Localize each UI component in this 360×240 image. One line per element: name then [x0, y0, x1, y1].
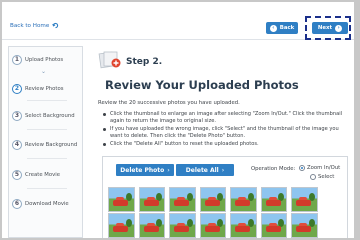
step-number: 1 [12, 55, 22, 65]
sidebar-item-create-movie[interactable]: 5 Create Movie [12, 170, 60, 180]
thumbnail-column [138, 187, 165, 238]
step-label: Create Movie [25, 172, 60, 178]
radio-selected-icon [299, 165, 305, 171]
thumbnail-column [291, 187, 318, 238]
sidebar-item-review-background[interactable]: 4 Review Background [12, 140, 77, 150]
step-label: Select Background [25, 113, 75, 119]
photo-thumbnail[interactable] [260, 187, 287, 212]
chevron-right-icon: › [221, 166, 225, 174]
back-to-home-link[interactable]: Back to Home [10, 22, 59, 29]
sidebar-item-review-photos[interactable]: 2 Review Photos [12, 84, 63, 94]
delete-all-label: Delete All [185, 166, 219, 174]
back-button-label: Back [279, 25, 295, 31]
thumbnail-grid [108, 187, 318, 238]
thumbnail-column [199, 187, 226, 238]
delete-photo-label: Delete Photo [120, 166, 165, 174]
back-home-label: Back to Home [10, 22, 50, 29]
photo-thumbnail[interactable] [138, 187, 165, 212]
chevron-right-icon: › [167, 166, 170, 174]
chevron-down-icon: ⌄ [41, 68, 47, 75]
back-button[interactable]: ‹ Back [266, 22, 298, 34]
photo-thumbnail[interactable] [169, 187, 196, 212]
step-number: 2 [12, 84, 22, 94]
page-title: Review Your Uploaded Photos [105, 78, 299, 92]
sidebar-item-download-movie[interactable]: 6 Download Movie [12, 199, 69, 209]
photo-thumbnail[interactable] [138, 213, 165, 238]
photo-thumbnail[interactable] [230, 213, 257, 238]
step-title: Step 2. [126, 57, 163, 67]
divider [27, 100, 67, 101]
photo-thumbnail[interactable] [260, 213, 287, 238]
list-item: Click the thumbnail to enlarge an image … [102, 111, 350, 125]
radio-label: Select [318, 174, 335, 180]
operation-mode-label: Operation Mode: [251, 166, 296, 172]
sidebar-item-upload-photos[interactable]: 1 Upload Photos [12, 55, 63, 65]
radio-icon [310, 174, 316, 180]
app-frame: Back to Home ‹ Back Next › 1 Upload Phot… [2, 2, 354, 238]
thumbnail-column [169, 187, 196, 238]
photo-thumbnail[interactable] [199, 213, 226, 238]
photo-thumbnail[interactable] [291, 187, 318, 212]
step-number: 4 [12, 140, 22, 150]
thumbnail-column [108, 187, 135, 238]
return-arrow-icon [52, 22, 59, 29]
back-arrow-icon: ‹ [269, 24, 277, 32]
step-number: 6 [12, 199, 22, 209]
instructions-list: Click the thumbnail to enlarge an image … [102, 111, 350, 150]
next-button-highlight [305, 16, 351, 40]
intro-text: Review the 20 successive photos you have… [98, 100, 240, 106]
photo-thumbnail[interactable] [230, 187, 257, 212]
photo-thumbnail[interactable] [199, 187, 226, 212]
delete-all-button[interactable]: Delete All › [176, 164, 234, 176]
step-number: 3 [12, 111, 22, 121]
zoom-mode-radio[interactable]: Zoom In/Out [299, 165, 340, 171]
step-sidebar: 1 Upload Photos ⌄ 2 Review Photos 3 Sele… [8, 46, 83, 238]
select-mode-radio[interactable]: Select [310, 174, 334, 180]
photos-step-icon [98, 51, 121, 69]
divider [27, 129, 67, 130]
step-label: Review Photos [25, 86, 64, 92]
photo-thumbnail[interactable] [108, 213, 135, 238]
delete-photo-button[interactable]: Delete Photo › [116, 164, 174, 176]
list-item: Click the "Delete All" button to reset t… [102, 141, 350, 148]
step-label: Review Background [25, 142, 78, 148]
photo-thumbnail[interactable] [169, 213, 196, 238]
step-label: Download Movie [25, 201, 69, 207]
radio-label: Zoom In/Out [307, 165, 341, 171]
step-label: Upload Photos [25, 57, 64, 63]
sidebar-item-select-background[interactable]: 3 Select Background [12, 111, 75, 121]
header: Back to Home ‹ Back Next › [2, 2, 354, 40]
thumbnail-column [230, 187, 257, 238]
step-number: 5 [12, 170, 22, 180]
list-item: If you have uploaded the wrong image, cl… [102, 126, 350, 140]
divider [27, 188, 67, 189]
photo-thumbnail[interactable] [108, 187, 135, 212]
photo-panel: Delete Photo › Delete All › Operation Mo… [102, 156, 348, 238]
divider [27, 158, 67, 159]
photo-thumbnail[interactable] [291, 213, 318, 238]
thumbnail-column [260, 187, 287, 238]
